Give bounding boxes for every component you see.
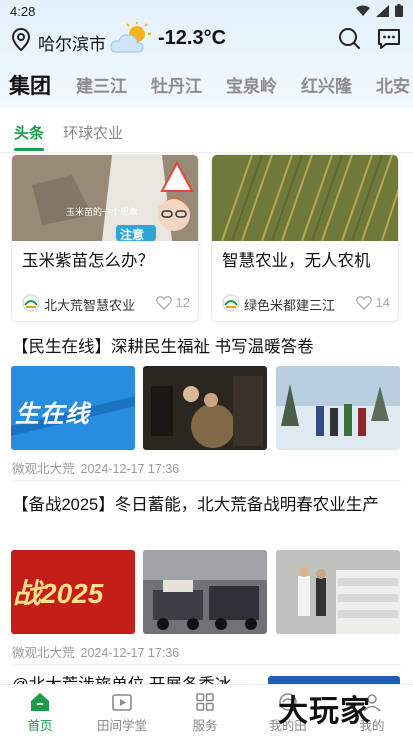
author-logo-icon: [22, 294, 40, 312]
home-icon: [31, 693, 49, 711]
card-image-rice-field: [212, 155, 398, 241]
divider: [12, 664, 401, 665]
signal-icon: [376, 4, 389, 17]
card-image-badge: 注意: [120, 228, 145, 242]
article-title[interactable]: 【民生在线】深耕民生福祉 书写温暖答卷: [12, 334, 404, 360]
article-meta: 微观北大荒 2024-12-17 17:36: [12, 458, 179, 477]
temperature: -12.3°C: [158, 27, 227, 49]
location-pin-icon: [11, 28, 31, 52]
article-thumbnail: [268, 676, 400, 684]
divider: [12, 480, 401, 481]
nav-label: 服务: [192, 719, 218, 733]
tab-toutiao[interactable]: 头条: [14, 122, 44, 143]
nav-label: 首页: [27, 719, 53, 733]
article-thumbnail: 生在线: [11, 366, 135, 450]
tab-mudanjiang[interactable]: 牡丹江: [151, 72, 202, 97]
author-logo-icon: [222, 294, 240, 312]
nav-field-school[interactable]: 田间学堂: [82, 689, 162, 734]
battery-icon: [395, 4, 403, 17]
card-meta: 绿色米都建三江 14: [222, 294, 392, 313]
article-item[interactable]: 【民生在线】深耕民生福祉 书写温暖答卷 生在线 微观北大荒 2024-12-17…: [0, 334, 413, 484]
card-author: 北大荒智慧农业: [44, 298, 136, 313]
thumbnail-text: 生在线: [15, 401, 90, 428]
status-bar: 4:28: [0, 0, 413, 22]
heart-icon: [155, 295, 172, 310]
article-thumbnail: [276, 366, 400, 450]
article-title[interactable]: 【备战2025】冬日蓄能，北大荒备战明春农业生产: [12, 492, 404, 518]
like-button[interactable]: 12: [155, 295, 190, 310]
article-source: 微观北大荒: [12, 646, 75, 660]
tab-hongxinglong[interactable]: 红兴隆: [301, 72, 352, 97]
search-icon[interactable]: [337, 26, 361, 50]
nav-home[interactable]: 首页: [0, 689, 80, 734]
city-name[interactable]: 哈尔滨市: [38, 30, 106, 55]
article-thumbnail: [276, 550, 400, 634]
article-meta: 微观北大荒 2024-12-17 17:36: [12, 642, 179, 661]
feed-card[interactable]: 玉米苗的一个现象 注意 玉米紫苗怎么办？ 北大荒智慧农业 12: [11, 154, 199, 322]
active-tab-indicator: [14, 148, 44, 151]
status-icons: [356, 4, 403, 17]
like-button[interactable]: 14: [355, 295, 390, 310]
weather-row: 哈尔滨市 -12.3°C: [0, 22, 413, 56]
nav-label: 田间学堂: [96, 719, 147, 733]
video-icon: [112, 694, 132, 711]
tab-jituan[interactable]: 集团: [9, 70, 51, 100]
message-icon[interactable]: [376, 26, 402, 52]
card-image-corn: [12, 155, 198, 241]
card-image-caption: 玉米苗的一个现象: [66, 207, 139, 217]
like-count: 14: [375, 295, 390, 310]
tab-baoquanling[interactable]: 宝泉岭: [226, 72, 277, 97]
card-title[interactable]: 玉米紫苗怎么办？: [22, 247, 154, 271]
card-meta: 北大荒智慧农业 12: [22, 294, 192, 313]
region-tabs: 集团 建三江 牡丹江 宝泉岭 红兴隆 北安: [0, 68, 413, 104]
feed-card[interactable]: 智慧农业，无人农机 绿色米都建三江 14: [211, 154, 399, 322]
sub-tabs: 头条 环球农业: [0, 108, 413, 153]
grid-icon: [196, 693, 214, 711]
article-title[interactable]: @北大荒涉旅单位 开展冬季冰: [12, 672, 262, 684]
article-source: 微观北大荒: [12, 462, 75, 476]
news-feed[interactable]: 玉米苗的一个现象 注意 玉米紫苗怎么办？ 北大荒智慧农业 12 智慧农业，无人农…: [0, 154, 413, 684]
tab-global-agriculture[interactable]: 环球农业: [63, 122, 123, 143]
nav-service[interactable]: 服务: [165, 689, 245, 734]
tab-jiansanjiang[interactable]: 建三江: [76, 72, 127, 97]
article-thumbnail: [143, 366, 267, 450]
card-title[interactable]: 智慧农业，无人农机: [222, 247, 371, 271]
watermark: 大玩家: [278, 694, 371, 729]
heart-icon: [355, 295, 372, 310]
tab-beian[interactable]: 北安: [376, 72, 410, 97]
wifi-icon: [356, 5, 370, 16]
article-date: 2024-12-17 17:36: [80, 462, 180, 476]
article-date: 2024-12-17 17:36: [80, 646, 180, 660]
status-time: 4:28: [10, 4, 36, 19]
article-item[interactable]: 【备战2025】冬日蓄能，北大荒备战明春农业生产 战2025 微观北大荒 202…: [0, 492, 413, 672]
article-item[interactable]: @北大荒涉旅单位 开展冬季冰: [0, 672, 413, 684]
article-thumbnail: [143, 550, 267, 634]
like-count: 12: [175, 295, 190, 310]
article-thumbnail: 战2025: [11, 550, 135, 634]
card-author: 绿色米都建三江: [244, 298, 336, 313]
thumbnail-text: 战2025: [13, 578, 104, 609]
partly-cloudy-icon: [110, 22, 151, 53]
